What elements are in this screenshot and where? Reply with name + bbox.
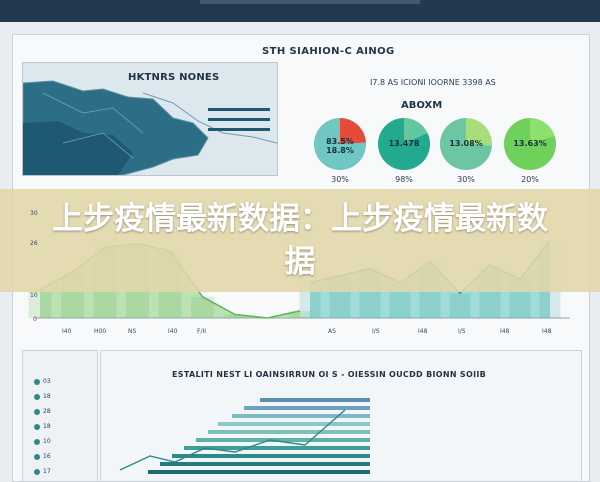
- trend-line: [119, 409, 346, 471]
- lower-trend-line: [119, 409, 346, 471]
